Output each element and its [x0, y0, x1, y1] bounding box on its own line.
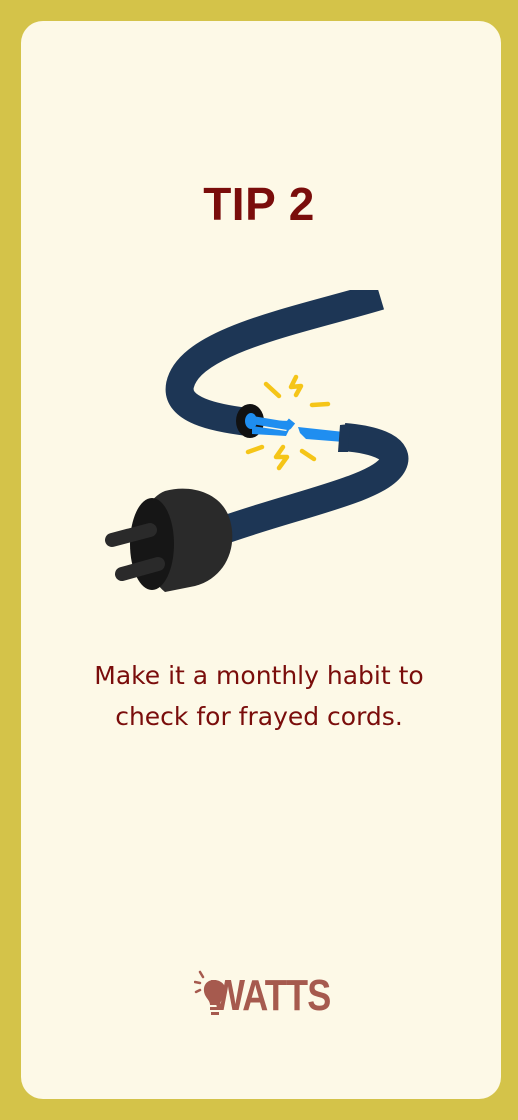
watts-logo: WATTS — [194, 966, 331, 1022]
exposed-wire-right — [298, 427, 344, 442]
tip-title: TIP 2 — [203, 178, 315, 230]
cord-upper — [165, 290, 385, 436]
tip-text: Make it a monthly habit to check for fra… — [60, 655, 458, 737]
tip-text-line-1: Make it a monthly habit to — [94, 661, 424, 690]
plug-prong-bottom — [115, 557, 165, 581]
frayed-cord-illustration — [105, 290, 409, 592]
plug-prong-top — [105, 523, 157, 547]
logo-text: WATTS — [211, 971, 331, 1020]
plug-icon — [105, 488, 233, 592]
tip-text-line-2: check for frayed cords. — [115, 702, 403, 731]
